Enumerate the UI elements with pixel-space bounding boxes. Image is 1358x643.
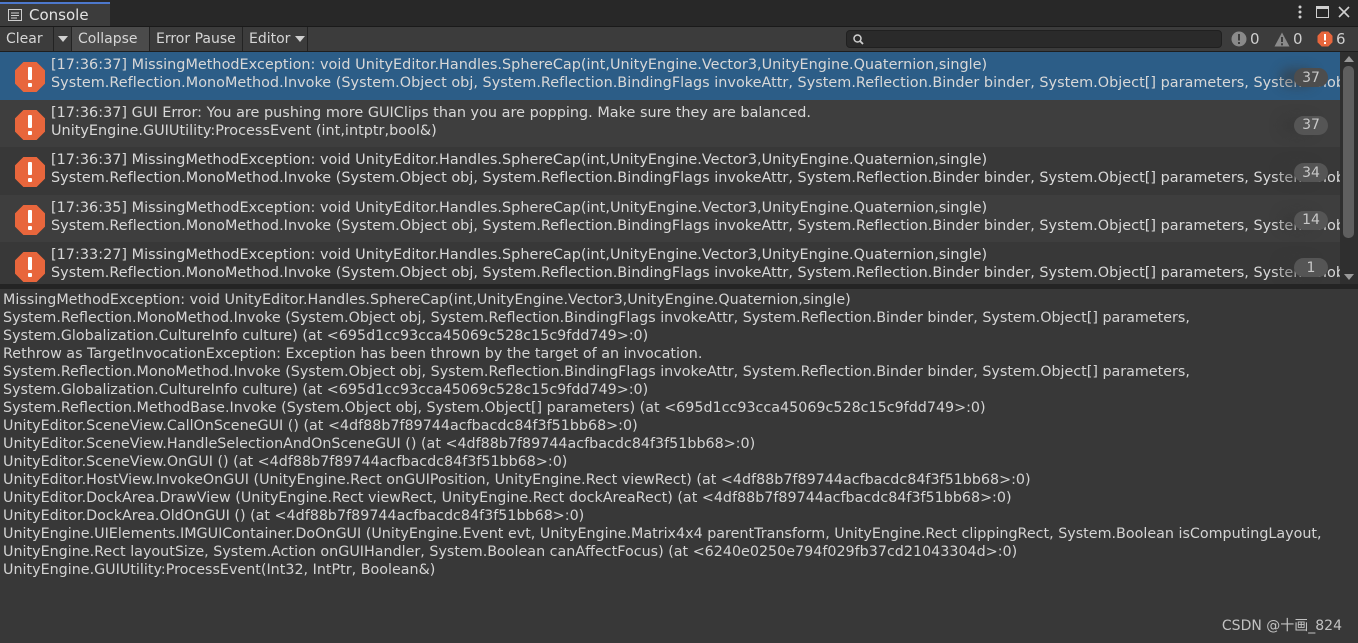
stacktrace-line: System.Reflection.MethodBase.Invoke (Sys… — [3, 400, 986, 416]
info-count: 0 — [1250, 30, 1260, 48]
search-input[interactable] — [869, 31, 1213, 49]
tab-title: Console — [29, 6, 89, 24]
log-entry-message: [17:36:37] MissingMethodException: void … — [51, 152, 988, 168]
stacktrace-line: UnityEditor.SceneView.CallOnSceneGUI () … — [3, 418, 638, 434]
error-icon — [15, 252, 45, 282]
scrollbar-thumb[interactable] — [1343, 66, 1354, 238]
error-icon — [1317, 31, 1333, 47]
more-options-icon[interactable] — [1292, 3, 1308, 21]
collapse-count-badge: 37 — [1294, 115, 1328, 135]
error-icon — [15, 157, 45, 187]
tab-bar: Console — [0, 0, 1358, 27]
error-icon — [15, 204, 45, 235]
search-field[interactable] — [846, 30, 1222, 49]
stacktrace-line: System.Globalization.CultureInfo culture… — [3, 328, 649, 344]
warning-count-toggle[interactable]: 0 — [1274, 27, 1303, 51]
console-icon — [8, 9, 22, 21]
info-count-toggle[interactable]: 0 — [1231, 27, 1260, 51]
error-icon — [15, 109, 45, 140]
scroll-down-icon[interactable] — [1344, 274, 1354, 280]
window-controls — [1292, 3, 1352, 21]
log-entry[interactable]: [17:33:27] MissingMethodException: void … — [0, 242, 1340, 284]
collapse-count-badge: 37 — [1294, 68, 1328, 87]
search-icon — [853, 34, 864, 45]
info-icon — [1231, 31, 1247, 47]
clear-button[interactable]: Clear — [0, 27, 54, 51]
log-entry[interactable]: [17:36:37] GUI Error: You are pushing mo… — [0, 99, 1340, 147]
tab-console[interactable]: Console — [0, 2, 110, 26]
chevron-down-icon — [58, 36, 68, 42]
collapse-count-badge: 14 — [1294, 210, 1328, 230]
log-entry[interactable]: [17:36:35] MissingMethodException: void … — [0, 194, 1340, 242]
editor-dropdown[interactable]: Editor — [243, 27, 308, 51]
warning-icon — [1274, 32, 1290, 46]
stacktrace-line: UnityEngine.UIElements.IMGUIContainer.Do… — [3, 526, 1322, 542]
error-count-toggle[interactable]: 6 — [1317, 27, 1346, 51]
log-entry-message: [17:36:37] GUI Error: You are pushing mo… — [51, 104, 811, 121]
log-list: [17:36:37] MissingMethodException: void … — [0, 52, 1340, 284]
collapse-label: Collapse — [78, 31, 138, 47]
log-entry-stacktrace: System.Reflection.MonoMethod.Invoke (Sys… — [51, 75, 1340, 91]
error-icon — [15, 62, 45, 92]
stacktrace-line: System.Reflection.MonoMethod.Invoke (Sys… — [3, 364, 1190, 380]
collapse-count-badge: 1 — [1294, 258, 1328, 277]
log-entry-stacktrace: UnityEngine.GUIUtility:ProcessEvent (int… — [51, 122, 437, 139]
log-entry-stacktrace: System.Reflection.MonoMethod.Invoke (Sys… — [51, 170, 1340, 186]
log-entry-message: [17:33:27] MissingMethodException: void … — [51, 247, 988, 263]
chevron-down-icon — [295, 36, 306, 42]
stacktrace-line: UnityEngine.GUIUtility:ProcessEvent(Int3… — [3, 562, 436, 578]
stacktrace-panel: MissingMethodException: void UnityEditor… — [0, 289, 1358, 643]
scroll-up-icon[interactable] — [1344, 56, 1354, 62]
collapse-toggle[interactable]: Collapse — [72, 27, 150, 51]
clear-label: Clear — [6, 31, 43, 47]
collapse-count-badge: 34 — [1294, 163, 1328, 182]
log-entry-message: [17:36:35] MissingMethodException: void … — [51, 199, 988, 216]
log-entry[interactable]: [17:36:37] MissingMethodException: void … — [0, 52, 1340, 100]
stacktrace-line: MissingMethodException: void UnityEditor… — [3, 292, 851, 308]
stacktrace-line: UnityEngine.Rect layoutSize, System.Acti… — [3, 544, 1018, 560]
maximize-icon[interactable] — [1314, 3, 1330, 21]
log-entry-stacktrace: System.Reflection.MonoMethod.Invoke (Sys… — [51, 217, 1340, 234]
close-icon[interactable] — [1336, 3, 1352, 21]
log-list-scrollbar[interactable] — [1340, 52, 1358, 284]
console-toolbar: Clear Collapse Error Pause Editor 0 0 6 — [0, 27, 1358, 52]
watermark: CSDN @十画_824 — [1221, 618, 1342, 634]
log-entry-message: [17:36:37] MissingMethodException: void … — [51, 57, 988, 73]
stacktrace-line: UnityEditor.HostView.InvokeOnGUI (UnityE… — [3, 472, 1031, 488]
log-entry-stacktrace: System.Reflection.MonoMethod.Invoke (Sys… — [51, 265, 1340, 281]
stacktrace-line: System.Globalization.CultureInfo culture… — [3, 382, 649, 398]
stacktrace-line: UnityEditor.DockArea.DrawView (UnityEngi… — [3, 490, 1012, 506]
warning-count: 0 — [1293, 30, 1303, 48]
clear-options-dropdown[interactable] — [54, 27, 72, 51]
stacktrace-line: UnityEditor.SceneView.OnGUI () (at <4df8… — [3, 454, 568, 470]
log-entry[interactable]: [17:36:37] MissingMethodException: void … — [0, 147, 1340, 195]
stacktrace-line: Rethrow as TargetInvocationException: Ex… — [3, 346, 703, 362]
error-pause-toggle[interactable]: Error Pause — [150, 27, 243, 51]
stacktrace-line: UnityEditor.DockArea.OldOnGUI () (at <4d… — [3, 508, 585, 524]
error-count: 6 — [1336, 30, 1346, 48]
stacktrace-line: System.Reflection.MonoMethod.Invoke (Sys… — [3, 310, 1190, 326]
editor-label: Editor — [249, 31, 291, 47]
error-pause-label: Error Pause — [156, 31, 236, 47]
stacktrace-line: UnityEditor.SceneView.HandleSelectionAnd… — [3, 436, 756, 452]
